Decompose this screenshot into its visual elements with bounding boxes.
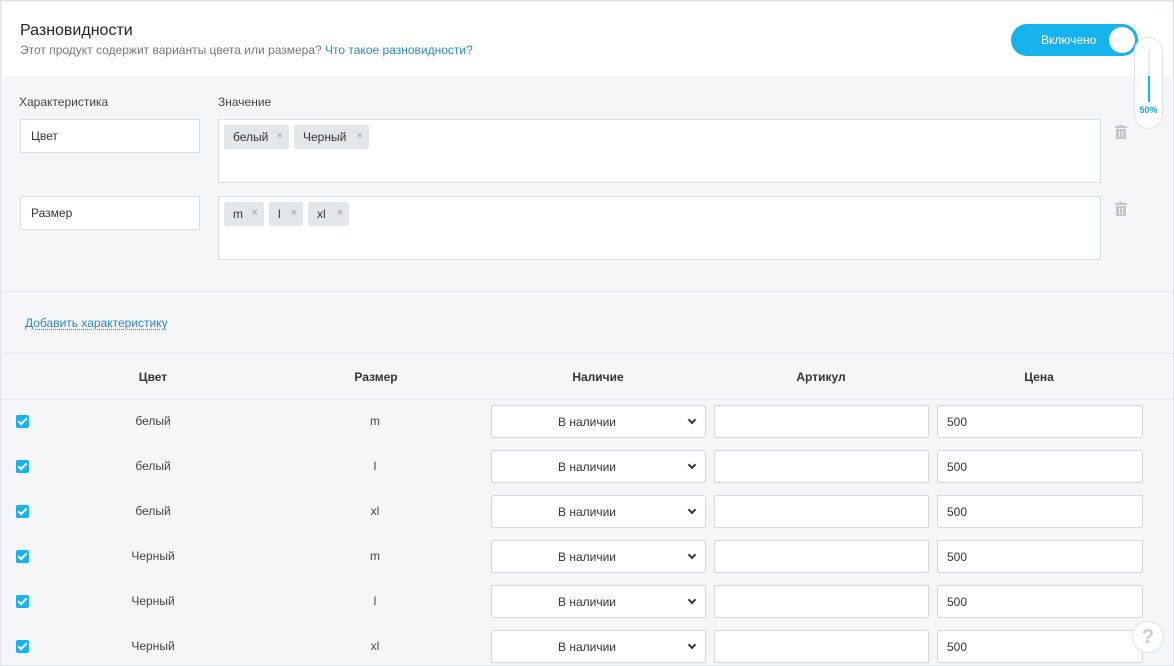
- price-input[interactable]: 500: [937, 585, 1143, 618]
- column-header-color: Цвет: [138, 370, 168, 384]
- stock-select[interactable]: В наличии: [491, 540, 706, 573]
- chip-remove-icon[interactable]: ×: [357, 130, 363, 142]
- row-size: l: [373, 459, 377, 473]
- progress-track: [1148, 50, 1150, 102]
- column-header-sku: Артикул: [796, 370, 846, 384]
- stock-select[interactable]: В наличии: [491, 405, 706, 438]
- chevron-down-icon: [687, 460, 697, 470]
- row-size: m: [370, 414, 380, 428]
- chip-label: m: [233, 207, 243, 221]
- column-header-size: Размер: [354, 370, 398, 384]
- price-input[interactable]: 500: [937, 405, 1143, 438]
- row-checkbox[interactable]: [16, 550, 29, 563]
- row-size: xl: [370, 504, 380, 518]
- column-header-stock: Наличие: [572, 370, 624, 384]
- price-input[interactable]: 500: [937, 495, 1143, 528]
- variants-panel: Разновидности Этот продукт содержит вари…: [0, 0, 1174, 666]
- table-row: белый m В наличии 500: [2, 399, 1173, 444]
- stock-select[interactable]: В наличии: [491, 495, 706, 528]
- chip-remove-icon[interactable]: ×: [252, 207, 258, 219]
- table-row: белый xl В наличии 500: [2, 489, 1173, 534]
- help-button[interactable]: ?: [1132, 621, 1164, 653]
- panel-subtitle: Этот продукт содержит варианты цвета или…: [20, 43, 473, 57]
- progress-fill: [1148, 76, 1150, 102]
- chip-label: xl: [317, 207, 326, 221]
- value-column-label: Значение: [218, 95, 272, 109]
- toggle-label: Включено: [1041, 33, 1097, 47]
- stock-select[interactable]: В наличии: [491, 450, 706, 483]
- sku-input[interactable]: [714, 540, 929, 573]
- table-row: Черный xl В наличии 500: [2, 624, 1173, 666]
- row-color: Черный: [131, 594, 175, 608]
- attribute-name-input[interactable]: Цвет: [20, 119, 200, 153]
- column-header-price: Цена: [1024, 370, 1054, 384]
- stock-select[interactable]: В наличии: [491, 630, 706, 663]
- chip-remove-icon[interactable]: ×: [291, 207, 297, 219]
- chip-label: белый: [233, 130, 269, 144]
- sku-input[interactable]: [714, 585, 929, 618]
- variants-toggle[interactable]: Включено: [1011, 24, 1138, 56]
- sku-input[interactable]: [714, 495, 929, 528]
- progress-label: 50%: [1139, 105, 1158, 115]
- chip-remove-icon[interactable]: ×: [337, 207, 343, 219]
- chevron-down-icon: [687, 640, 697, 650]
- value-chip: xl ×: [308, 202, 349, 226]
- progress-indicator: 50%: [1134, 37, 1163, 129]
- stock-select-value: В наличии: [557, 595, 616, 609]
- table-row: Черный m В наличии 500: [2, 534, 1173, 579]
- row-checkbox[interactable]: [16, 505, 29, 518]
- panel-header: Разновидности Этот продукт содержит вари…: [2, 2, 1172, 76]
- stock-select-value: В наличии: [557, 640, 616, 654]
- chevron-down-icon: [687, 550, 697, 560]
- value-chip: белый ×: [224, 125, 289, 149]
- row-color: белый: [135, 504, 171, 518]
- add-attribute-link[interactable]: Добавить характеристику: [25, 316, 168, 330]
- trash-icon[interactable]: [1115, 125, 1127, 139]
- row-size: m: [370, 549, 380, 563]
- stock-select-value: В наличии: [557, 415, 616, 429]
- row-size: l: [373, 594, 377, 608]
- sku-input[interactable]: [714, 630, 929, 663]
- subtitle-text: Этот продукт содержит варианты цвета или…: [20, 43, 322, 57]
- row-size: xl: [370, 639, 380, 653]
- table-row: белый l В наличии 500: [2, 444, 1173, 489]
- divider: [2, 291, 1173, 292]
- panel-title: Разновидности: [20, 22, 133, 39]
- row-checkbox[interactable]: [16, 640, 29, 653]
- sku-input[interactable]: [714, 405, 929, 438]
- table-row: Черный l В наличии 500: [2, 579, 1173, 624]
- variants-help-link[interactable]: Что такое разновидности?: [325, 43, 473, 57]
- price-input[interactable]: 500: [937, 630, 1143, 663]
- attribute-values-box[interactable]: белый × Черный ×: [218, 119, 1101, 183]
- stock-select[interactable]: В наличии: [491, 585, 706, 618]
- trash-icon[interactable]: [1115, 202, 1127, 216]
- stock-select-value: В наличии: [557, 505, 616, 519]
- chevron-down-icon: [687, 595, 697, 605]
- divider: [2, 353, 1173, 354]
- stock-select-value: В наличии: [557, 550, 616, 564]
- row-checkbox[interactable]: [16, 415, 29, 428]
- price-input[interactable]: 500: [937, 540, 1143, 573]
- value-chip: l ×: [269, 202, 303, 226]
- value-chip: Черный ×: [294, 125, 369, 149]
- row-checkbox[interactable]: [16, 460, 29, 473]
- sku-input[interactable]: [714, 450, 929, 483]
- chip-remove-icon[interactable]: ×: [277, 130, 283, 142]
- attribute-column-label: Характеристика: [19, 95, 109, 109]
- toggle-knob: [1109, 27, 1135, 53]
- chevron-down-icon: [687, 505, 697, 515]
- price-input[interactable]: 500: [937, 450, 1143, 483]
- row-color: Черный: [131, 639, 175, 653]
- chip-label: l: [278, 207, 281, 221]
- attribute-name-input[interactable]: Размер: [20, 196, 200, 230]
- stock-select-value: В наличии: [557, 460, 616, 474]
- row-color: Черный: [131, 549, 175, 563]
- chevron-down-icon: [687, 415, 697, 425]
- row-color: белый: [135, 459, 171, 473]
- chip-label: Черный: [303, 130, 347, 144]
- row-color: белый: [135, 414, 171, 428]
- attribute-values-box[interactable]: m × l × xl ×: [218, 196, 1101, 260]
- value-chip: m ×: [224, 202, 264, 226]
- row-checkbox[interactable]: [16, 595, 29, 608]
